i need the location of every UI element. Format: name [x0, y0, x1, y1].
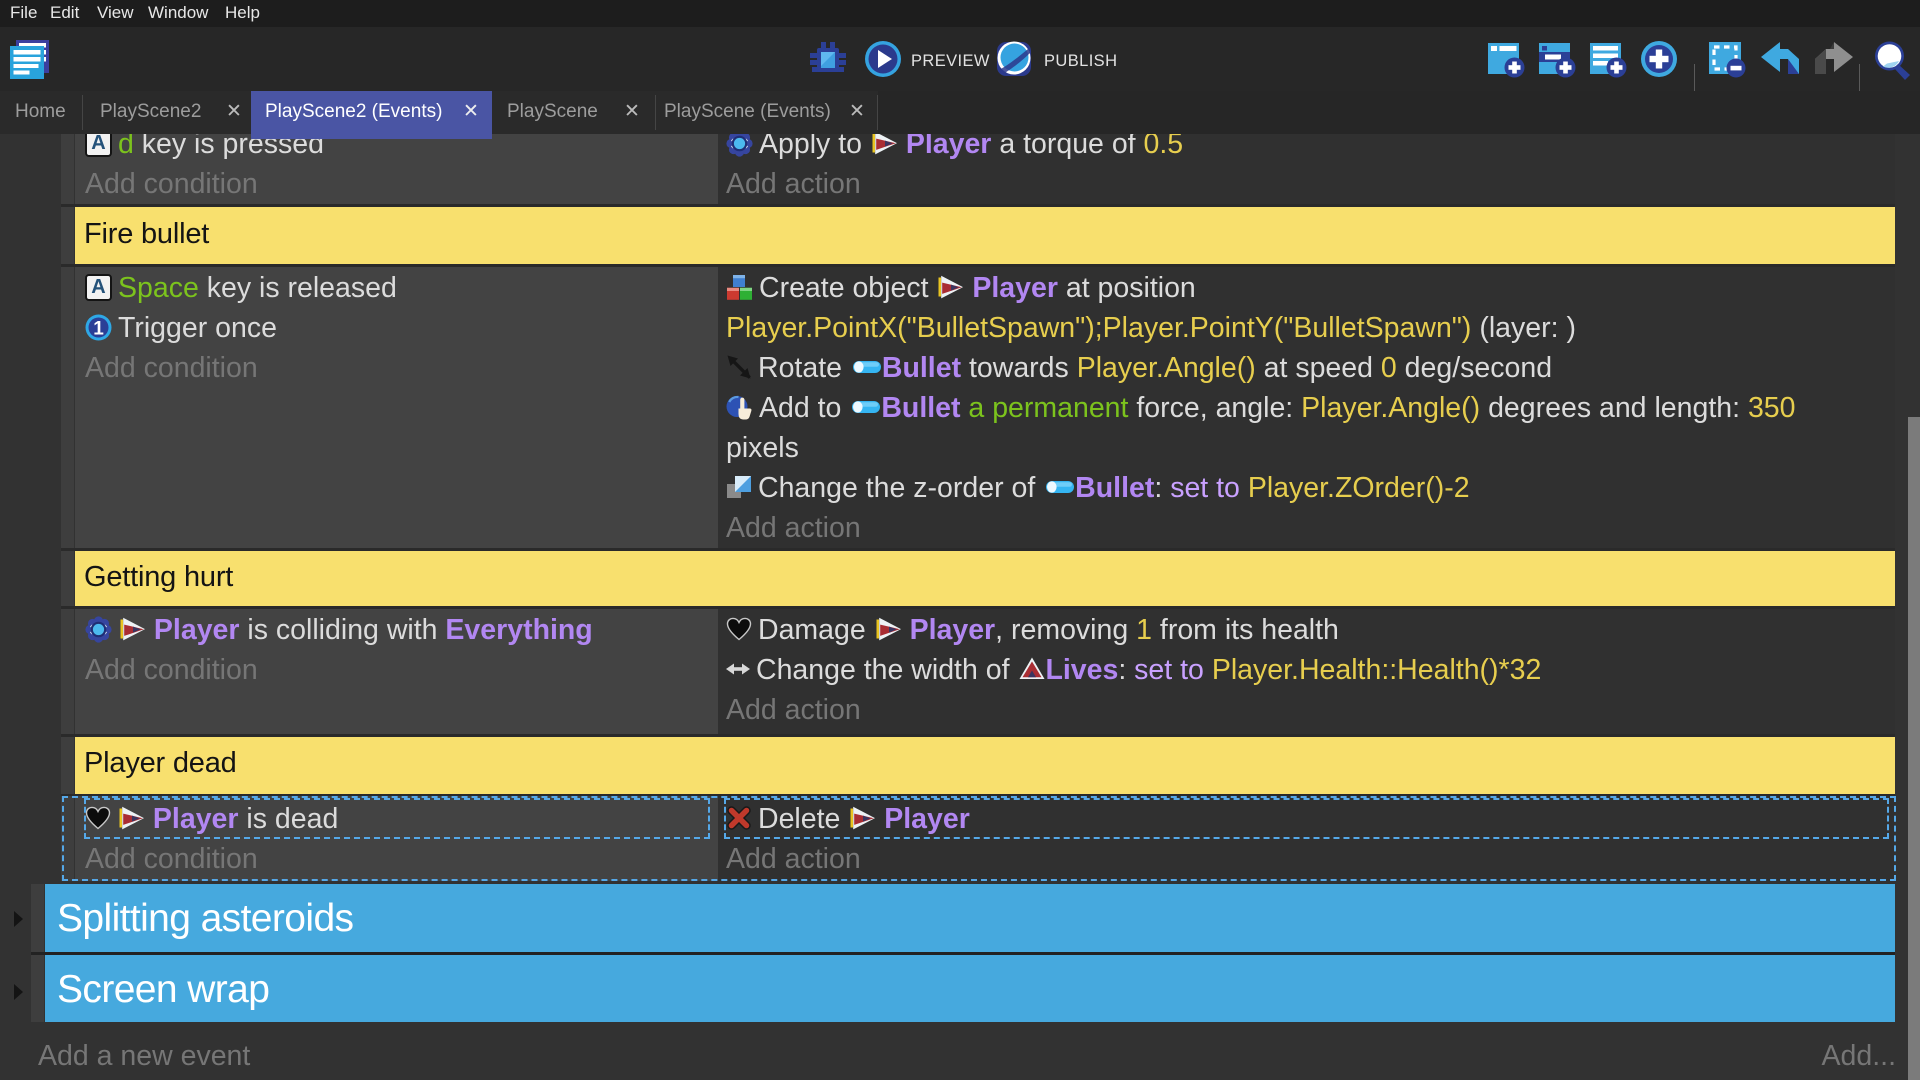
svg-text:1: 1 — [93, 318, 104, 339]
